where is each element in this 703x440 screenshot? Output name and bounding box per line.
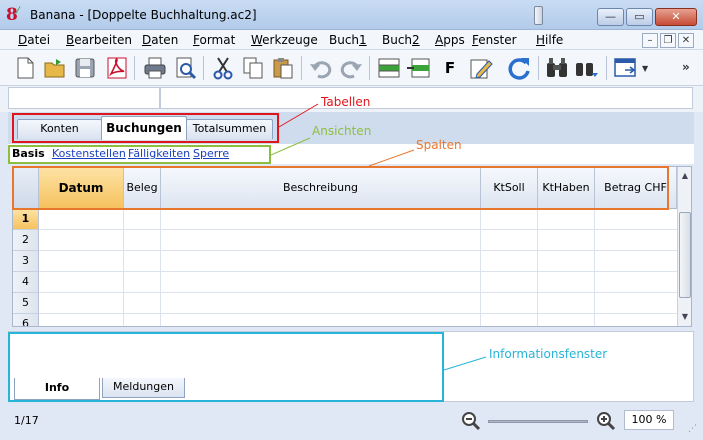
edit-icon[interactable] (468, 55, 494, 81)
annotation-box-tabellen (12, 113, 279, 143)
new-file-icon[interactable] (12, 55, 38, 81)
cut-icon[interactable] (210, 55, 236, 81)
save-icon[interactable] (72, 55, 98, 81)
find-icon[interactable] (544, 55, 570, 81)
insert-row-icon[interactable] (376, 55, 402, 81)
row-header-3[interactable]: 3 (13, 251, 39, 272)
scroll-up-icon[interactable]: ▲ (679, 169, 691, 183)
status-bar: 1/17 100 % (0, 404, 703, 440)
document-minimize-button[interactable]: – (642, 33, 658, 48)
redo-icon[interactable] (338, 55, 364, 81)
table-row[interactable] (39, 230, 677, 251)
table-row[interactable] (39, 272, 677, 293)
row-header-1[interactable]: 1 (13, 209, 39, 230)
toolbar-separator (369, 56, 370, 80)
toolbar-separator (203, 56, 204, 80)
print-preview-icon[interactable] (172, 55, 198, 81)
vertical-scrollbar[interactable]: ▲ ▼ (677, 167, 691, 326)
row-position: 1/17 (14, 414, 39, 427)
delete-row-icon[interactable] (406, 55, 432, 81)
toolbar-separator (538, 56, 539, 80)
zoom-slider-thumb[interactable] (533, 6, 543, 25)
scrollbar-thumb[interactable] (679, 212, 691, 298)
toolbar: F ▼ » (0, 50, 703, 86)
row-header-5[interactable]: 5 (13, 293, 39, 314)
zoom-slider[interactable] (488, 420, 588, 423)
annotation-label-ansichten: Ansichten (312, 124, 372, 138)
window-menu-chevron-down-icon[interactable]: ▼ (642, 64, 648, 73)
menu-format[interactable]: Format (193, 33, 235, 47)
annotation-label-informationsfenster: Informationsfenster (489, 347, 608, 361)
table-row[interactable] (39, 293, 677, 314)
annotation-box-spalten (12, 166, 669, 210)
close-button[interactable]: ✕ (655, 8, 697, 26)
row-header-4[interactable]: 4 (13, 272, 39, 293)
menu-fenster[interactable]: Fenster (472, 33, 517, 47)
menu-buch1[interactable]: Buch1 (329, 33, 367, 47)
find-next-icon[interactable] (574, 55, 600, 81)
document-restore-button[interactable]: ❐ (660, 33, 676, 48)
menu-werkzeuge[interactable]: Werkzeuge (251, 33, 318, 47)
row-header-2[interactable]: 2 (13, 230, 39, 251)
copy-icon[interactable] (240, 55, 266, 81)
cell-edit-field[interactable] (160, 87, 693, 109)
menu-hilfe[interactable]: Hilfe (536, 33, 563, 47)
annotation-box-ansichten (8, 145, 271, 164)
annotation-label-spalten: Spalten (416, 138, 462, 152)
recalculate-icon[interactable] (506, 55, 532, 81)
menu-daten[interactable]: Daten (142, 33, 178, 47)
toolbar-separator (606, 56, 607, 80)
paste-icon[interactable] (270, 55, 296, 81)
banana-logo-icon: 8 ⁄ (6, 5, 19, 25)
title-bar: 8 ⁄ Banana - [Doppelte Buchhaltung.ac2] —… (0, 0, 703, 30)
toolbar-more-button[interactable]: » (682, 60, 690, 74)
zoom-level[interactable]: 100 % (624, 410, 674, 430)
open-folder-icon[interactable] (42, 55, 68, 81)
maximize-button[interactable]: ▭ (626, 8, 653, 26)
menu-apps[interactable]: Apps (435, 33, 465, 47)
menu-bearbeiten[interactable]: Bearbeiten (66, 33, 132, 47)
pdf-icon[interactable] (104, 55, 130, 81)
zoom-in-icon[interactable] (596, 411, 616, 431)
scroll-down-icon[interactable]: ▼ (679, 310, 691, 324)
table-row[interactable] (39, 209, 677, 230)
row-header-6[interactable]: 6 (13, 314, 39, 326)
undo-icon[interactable] (308, 55, 334, 81)
annotation-box-informationsfenster (8, 332, 444, 402)
minimize-button[interactable]: — (597, 8, 624, 26)
menu-buch2[interactable]: Buch2 (382, 33, 420, 47)
toolbar-separator (301, 56, 302, 80)
resize-grip-icon[interactable]: ⋰ (688, 424, 697, 434)
bold-icon[interactable]: F (440, 55, 460, 81)
window-title: Banana - [Doppelte Buchhaltung.ac2] (30, 8, 257, 22)
zoom-out-icon[interactable] (461, 411, 481, 431)
cell-address-field[interactable] (8, 87, 160, 109)
menu-datei[interactable]: Datei (18, 33, 50, 47)
toolbar-separator (134, 56, 135, 80)
document-close-button[interactable]: ✕ (678, 33, 694, 48)
table-row[interactable] (39, 251, 677, 272)
window-icon[interactable] (612, 55, 638, 81)
print-icon[interactable] (142, 55, 168, 81)
annotation-label-tabellen: Tabellen (321, 95, 371, 109)
menu-bar: Datei Bearbeiten Daten Format Werkzeuge … (0, 30, 703, 50)
table-row[interactable] (39, 314, 677, 326)
